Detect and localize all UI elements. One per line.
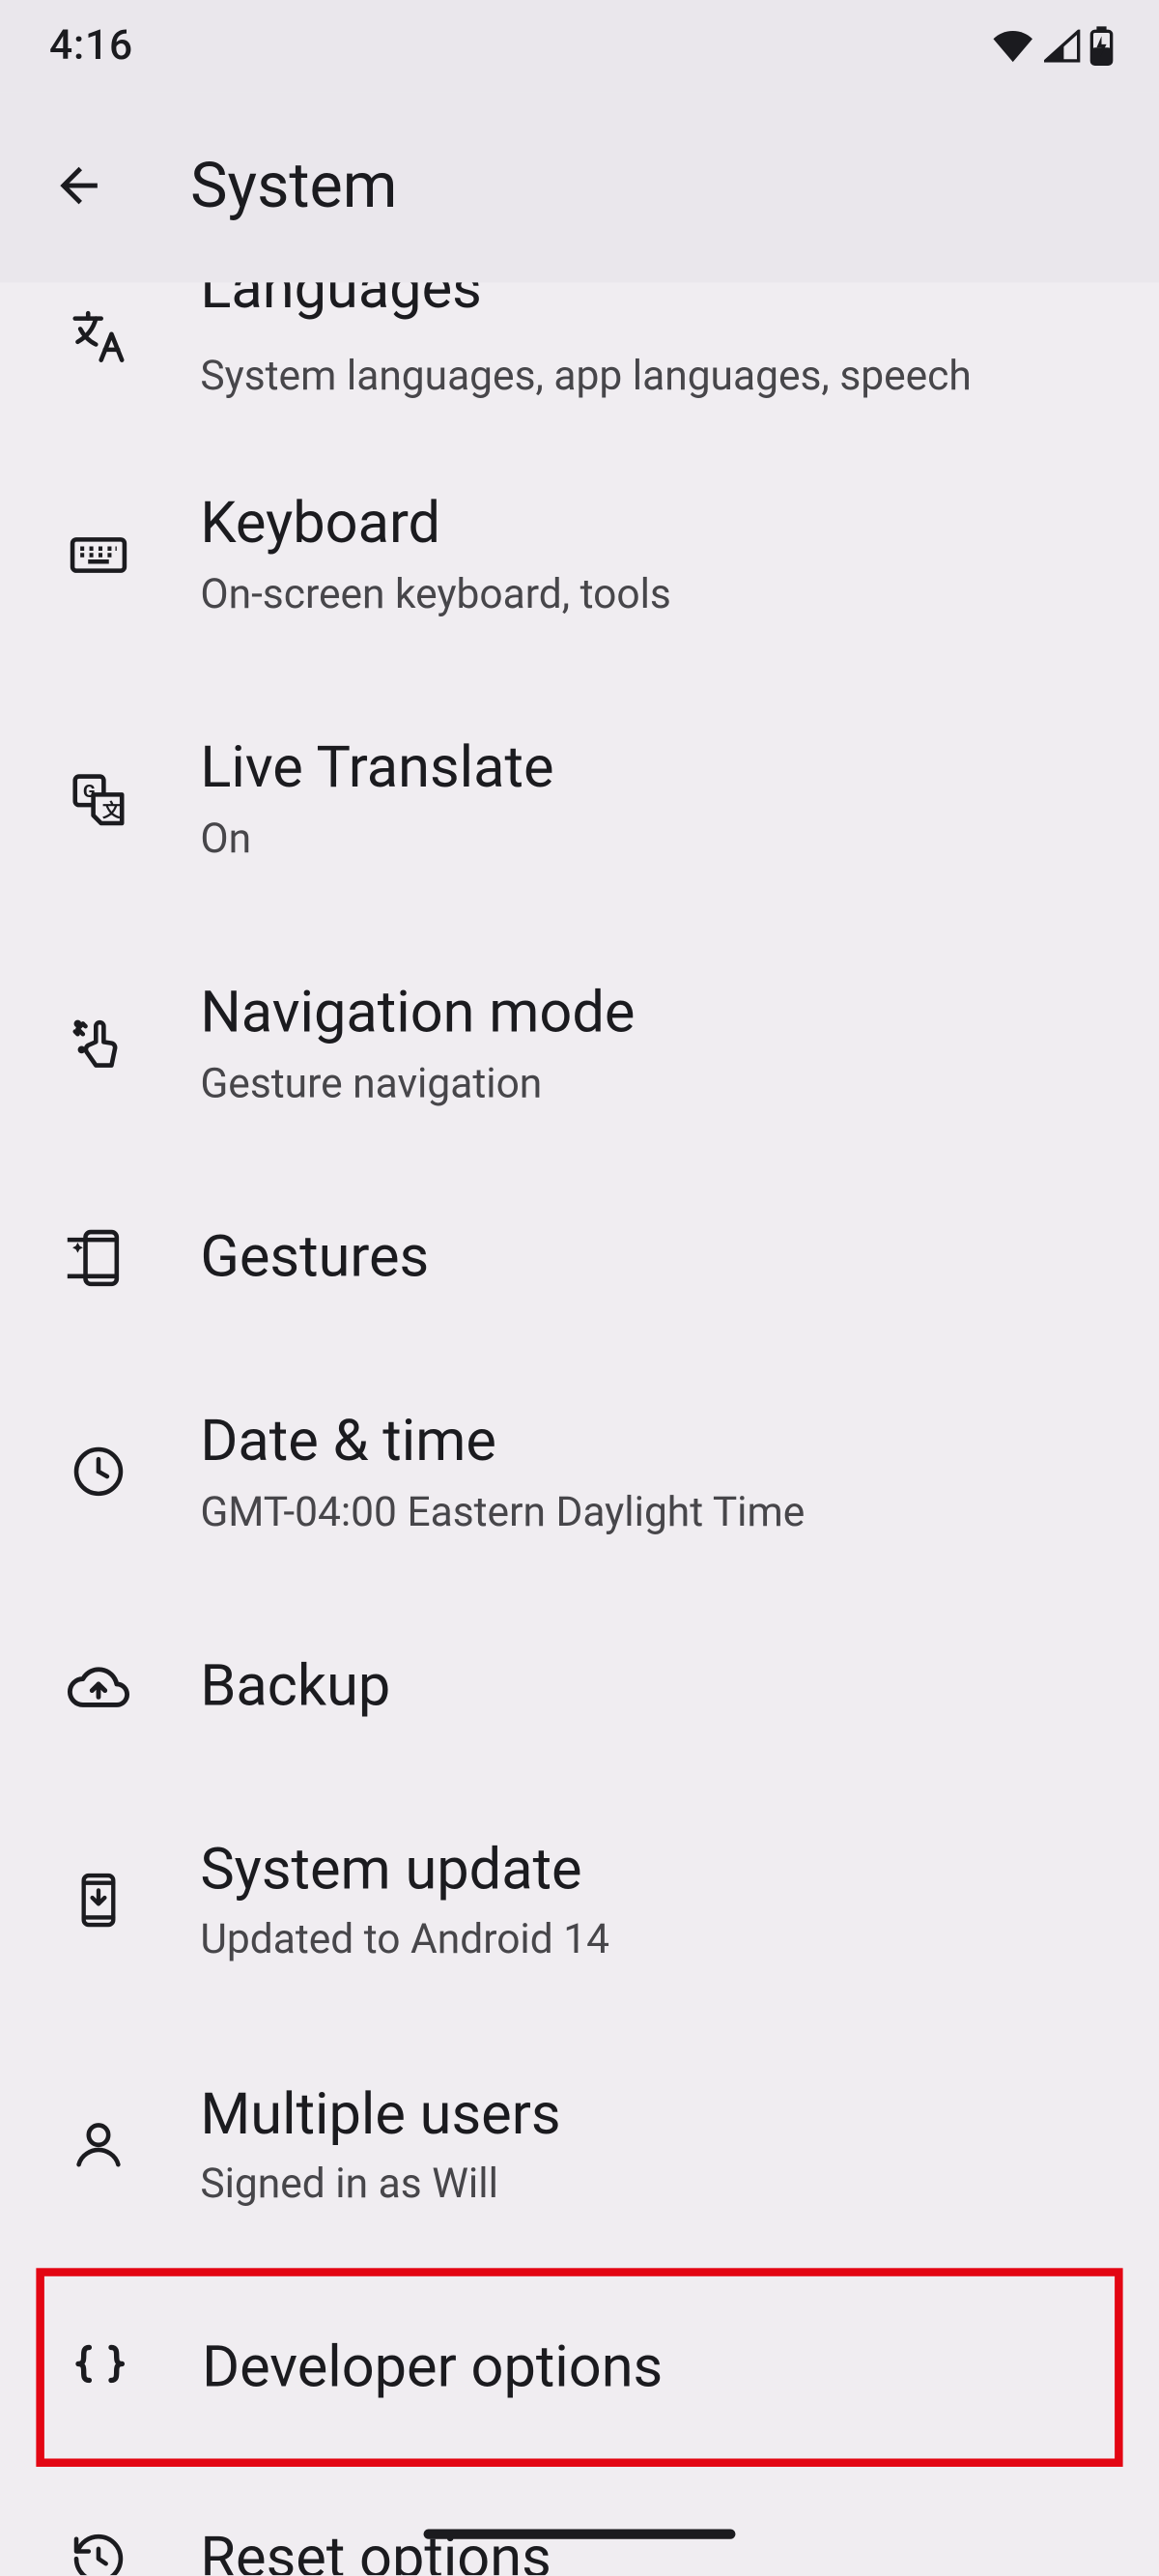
row-title: Gestures bbox=[200, 1222, 429, 1294]
row-title: Backup bbox=[200, 1650, 390, 1722]
svg-text:文: 文 bbox=[102, 798, 121, 820]
braces-icon bbox=[64, 2334, 136, 2400]
row-title: Navigation mode bbox=[200, 977, 635, 1048]
settings-list[interactable]: Languages System languages, app language… bbox=[0, 270, 1159, 2575]
row-gestures[interactable]: Gestures bbox=[0, 1166, 1159, 1350]
svg-text:G: G bbox=[83, 780, 96, 801]
status-icons bbox=[992, 26, 1114, 66]
phone-sparkle-icon bbox=[63, 1226, 135, 1289]
row-subtitle: Gesture navigation bbox=[200, 1059, 635, 1110]
row-title: Live Translate bbox=[200, 732, 553, 804]
row-keyboard[interactable]: Keyboard On-screen keyboard, tools bbox=[0, 432, 1159, 676]
swipe-icon bbox=[63, 1013, 135, 1075]
status-time: 4:16 bbox=[49, 22, 133, 70]
translate-icon bbox=[63, 304, 135, 367]
row-backup[interactable]: Backup bbox=[0, 1594, 1159, 1778]
row-live-translate[interactable]: G 文 Live Translate On bbox=[0, 676, 1159, 921]
back-button[interactable] bbox=[19, 129, 137, 246]
row-subtitle: Signed in as Will bbox=[200, 2161, 560, 2212]
row-title: Date & time bbox=[200, 1406, 805, 1477]
row-subtitle: On bbox=[200, 815, 553, 866]
cellular-icon bbox=[1044, 30, 1080, 63]
row-languages[interactable]: Languages System languages, app language… bbox=[0, 270, 1159, 432]
person-icon bbox=[63, 2115, 135, 2174]
row-developer-options[interactable]: Developer options bbox=[36, 2267, 1122, 2467]
row-subtitle: GMT-04:00 Eastern Daylight Time bbox=[200, 1487, 805, 1538]
row-navigation-mode[interactable]: Navigation mode Gesture navigation bbox=[0, 922, 1159, 1166]
navigation-pill[interactable] bbox=[424, 2530, 736, 2539]
row-subtitle: System languages, app languages, speech bbox=[200, 351, 971, 402]
wifi-icon bbox=[992, 30, 1034, 63]
status-bar: 4:16 bbox=[0, 0, 1159, 92]
row-title: Multiple users bbox=[200, 2078, 560, 2150]
row-date-time[interactable]: Date & time GMT-04:00 Eastern Daylight T… bbox=[0, 1350, 1159, 1594]
live-translate-icon: G 文 bbox=[63, 768, 135, 831]
arrow-back-icon bbox=[51, 157, 107, 217]
row-title: Keyboard bbox=[200, 488, 670, 559]
row-multiple-users[interactable]: Multiple users Signed in as Will bbox=[0, 2022, 1159, 2267]
cloud-upload-icon bbox=[63, 1655, 135, 1718]
page-title: System bbox=[190, 151, 397, 223]
row-subtitle: On-screen keyboard, tools bbox=[200, 569, 670, 620]
history-icon bbox=[63, 2530, 135, 2575]
battery-icon bbox=[1090, 26, 1114, 66]
row-subtitle: Updated to Android 14 bbox=[200, 1915, 609, 1966]
system-update-icon bbox=[63, 1871, 135, 1930]
row-title: Developer options bbox=[202, 2332, 663, 2403]
row-reset-options[interactable]: Reset options bbox=[0, 2467, 1159, 2575]
clock-icon bbox=[63, 1443, 135, 1502]
keyboard-icon bbox=[63, 523, 135, 586]
row-system-update[interactable]: System update Updated to Android 14 bbox=[0, 1778, 1159, 2022]
app-bar: System bbox=[0, 92, 1159, 282]
row-title: System update bbox=[200, 1834, 609, 1905]
